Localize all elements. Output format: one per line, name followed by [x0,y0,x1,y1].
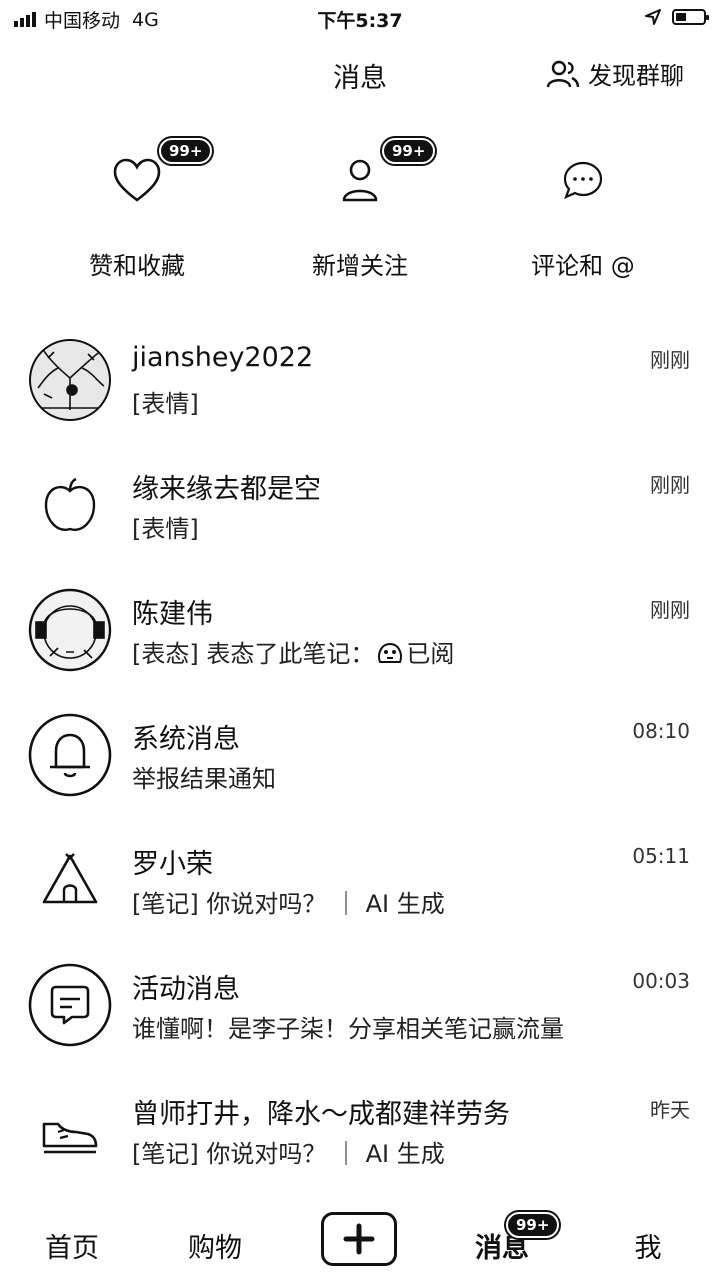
preview-suffix: 已阅 [406,640,455,668]
tab-shop[interactable]: 购物 [155,1226,275,1265]
message-preview: [表态] 表态了此笔记： 已阅 [132,634,454,669]
discover-groups-button[interactable]: 发现群聊 [546,56,684,91]
notification-shortcuts: 99+ 赞和收藏 99+ 新增关注 评论和 @ [0,130,720,290]
plus-icon [343,1223,375,1255]
apple-icon [44,477,96,531]
contact-name: jianshey2022 [132,342,314,373]
tent-icon [42,853,98,904]
likes-label: 赞和收藏 [89,252,185,280]
message-item[interactable]: jianshey2022 [表情] 刚刚 [0,330,720,455]
contact-name: 缘来缘去都是空 [132,474,321,505]
battery-icon [672,9,709,25]
message-time: 05:11 [632,844,690,868]
likes-badge: 99+ [159,138,213,164]
clock: 下午5:37 [317,10,403,32]
followers-badge: 99+ [382,138,436,164]
location-arrow-icon [645,9,661,25]
messages-tab-badge: 99+ [506,1212,560,1238]
discover-groups-label: 发现群聊 [588,62,684,90]
tab-home[interactable]: 首页 [12,1226,132,1265]
contact-name: 曾师打井，降水～成都建祥劳务 [132,1099,510,1130]
message-item[interactable]: 曾师打井，降水～成都建祥劳务 [笔记] 你说对吗？ ｜ AI 生成 昨天 [0,1080,720,1205]
heart-icon [113,158,161,202]
message-item[interactable]: 陈建伟 [表态] 表态了此笔记： 已阅 刚刚 [0,580,720,705]
comments-label: 评论和 @ [531,252,635,280]
message-time: 刚刚 [650,473,690,497]
message-preview: 谁懂啊！是李子柒！分享相关笔记赢流量 [132,1015,564,1043]
person-icon [342,159,378,202]
followers-label: 新增关注 [312,252,408,280]
likes-and-favorites-button[interactable]: 99+ 赞和收藏 [37,130,237,290]
status-icons [644,8,709,26]
comments-and-mentions-button[interactable]: 评论和 @ [483,130,683,290]
message-item[interactable]: 系统消息 举报结果通知 08:10 [0,705,720,830]
message-item[interactable]: 罗小荣 [笔记] 你说对吗？ ｜ AI 生成 05:11 [0,830,720,955]
message-preview: [笔记] 你说对吗？ ｜ AI 生成 [132,1140,445,1168]
contact-name: 活动消息 [132,974,240,1005]
message-time: 刚刚 [650,348,690,372]
group-users-icon [546,60,580,87]
message-time: 刚刚 [650,598,690,622]
bottom-tab-bar: 首页 购物 消息 99+ 我 [0,1200,720,1280]
message-preview: [笔记] 你说对吗？ ｜ AI 生成 [132,890,445,918]
message-preview: [表情] [132,390,199,418]
sneaker-icon [42,1122,98,1154]
create-post-button[interactable] [321,1212,397,1266]
tab-me[interactable]: 我 [588,1226,708,1265]
new-followers-button[interactable]: 99+ 新增关注 [260,130,460,290]
message-time: 昨天 [650,1098,690,1122]
message-preview: 举报结果通知 [132,765,276,793]
contact-name: 罗小荣 [132,849,213,880]
status-bar: 中国移动 4G 下午5:37 [0,0,720,36]
message-item[interactable]: 缘来缘去都是空 [表情] 刚刚 [0,455,720,580]
preview-text: [表态] 表态了此笔记： [132,640,375,668]
contact-name: 系统消息 [132,724,240,755]
bell-icon [28,713,112,797]
reaction-emoji-icon [378,642,403,663]
user-avatar [28,588,112,672]
message-item[interactable]: 活动消息 谁懂啊！是李子柒！分享相关笔记赢流量 00:03 [0,955,720,1080]
contact-name: 陈建伟 [132,599,213,630]
user-avatar [29,339,111,421]
message-time: 08:10 [632,719,690,743]
message-preview: [表情] [132,515,199,543]
message-icon [28,963,112,1047]
message-time: 00:03 [632,969,690,993]
chat-bubble-icon [563,161,603,200]
